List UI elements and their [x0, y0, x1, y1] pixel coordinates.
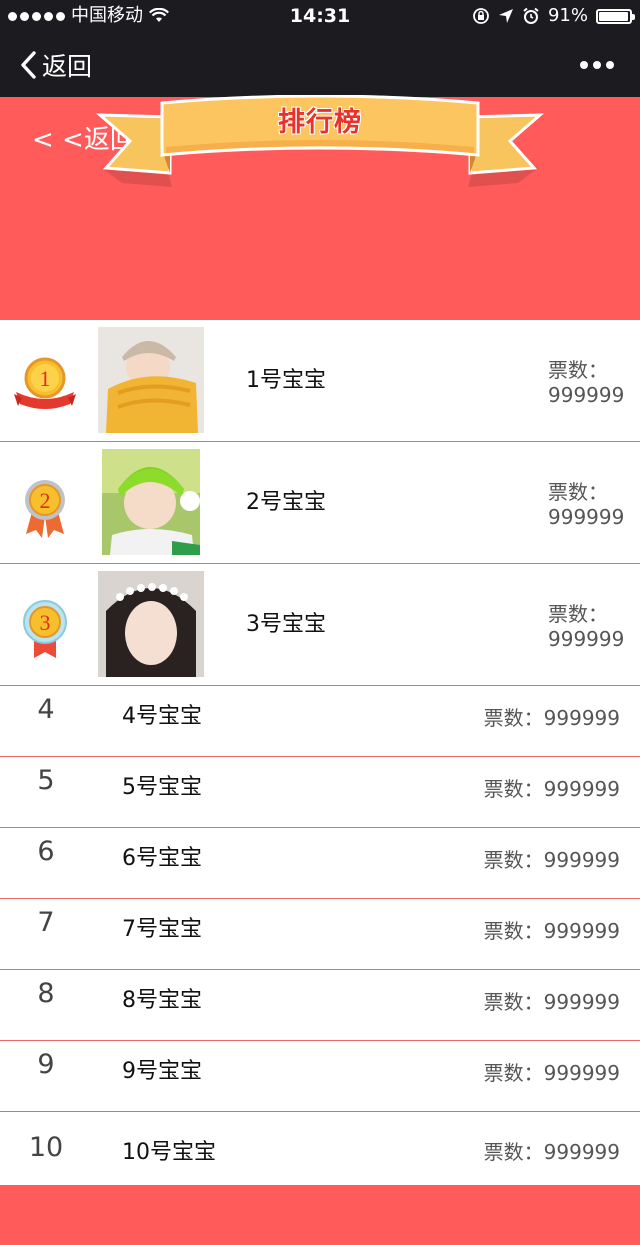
baby-name: 1号宝宝 — [246, 368, 326, 393]
vote-count: 票数：999999 — [483, 777, 620, 801]
rank-number: 5 — [37, 765, 55, 796]
baby-name: 7号宝宝 — [122, 917, 202, 942]
list-item[interactable]: 7 7号宝宝 票数：999999 — [0, 899, 640, 970]
medal-number: 2 — [40, 488, 51, 513]
rotation-lock-icon — [473, 8, 489, 24]
list-item[interactable]: 5 5号宝宝 票数：999999 — [0, 757, 640, 828]
baby-name: 6号宝宝 — [122, 846, 202, 871]
list-item[interactable]: 9 9号宝宝 票数：999999 — [0, 1041, 640, 1112]
rank-number: 7 — [37, 907, 55, 938]
votes-label: 票数： — [548, 602, 608, 626]
vote-count: 票数：999999 — [483, 919, 620, 943]
medal-number: 1 — [40, 366, 51, 391]
votes-label: 票数： — [548, 480, 608, 504]
baby-name: 9号宝宝 — [122, 1059, 202, 1084]
baby-name: 4号宝宝 — [122, 704, 202, 729]
rank-number: 6 — [37, 836, 55, 867]
vote-count: 票数：999999 — [483, 848, 620, 872]
vote-count: 票数： 999999 — [548, 480, 624, 530]
silver-medal-icon: 2 — [25, 480, 65, 538]
baby-name: 8号宝宝 — [122, 988, 202, 1013]
votes-value: 999999 — [548, 505, 625, 529]
votes-value: 999999 — [548, 383, 625, 407]
vote-count: 票数： 999999 — [548, 602, 624, 652]
ranking-list: 1 1号宝宝 票数： 999999 2 2号宝宝 票数： 999999 3 3号… — [0, 320, 640, 1187]
list-item[interactable]: 1 1号宝宝 票数： 999999 — [0, 320, 640, 442]
vote-count: 票数：999999 — [483, 1140, 620, 1164]
votes-value: 999999 — [548, 627, 625, 651]
location-arrow-icon — [498, 9, 513, 23]
footer-bar — [0, 1185, 640, 1245]
baby-name: 2号宝宝 — [246, 490, 326, 515]
medal-number: 3 — [40, 610, 51, 635]
rank-number: 8 — [37, 978, 55, 1009]
battery-icon — [596, 8, 635, 24]
vote-count: 票数：999999 — [483, 1061, 620, 1085]
bronze-medal-icon: 3 — [23, 600, 67, 658]
rank-number: 4 — [37, 694, 55, 725]
list-item[interactable]: 10 10号宝宝 票数：999999 — [0, 1112, 640, 1187]
list-item[interactable]: 4 4号宝宝 票数：999999 — [0, 686, 640, 757]
rank-number: 9 — [37, 1049, 55, 1080]
baby-photo-3 — [98, 571, 204, 677]
rank-number: 10 — [28, 1132, 64, 1163]
baby-name: 3号宝宝 — [246, 612, 326, 637]
baby-name: 5号宝宝 — [122, 775, 202, 800]
list-item[interactable]: 6 6号宝宝 票数：999999 — [0, 828, 640, 899]
gold-medal-icon: 1 — [14, 357, 76, 409]
page-title: 排行榜 — [278, 107, 362, 138]
more-dots-icon[interactable] — [580, 32, 614, 97]
chevron-left-icon — [21, 50, 36, 79]
baby-photo-1 — [98, 327, 204, 433]
vote-count: 票数： 999999 — [548, 358, 624, 408]
status-bar: 中国移动 14:31 91% — [0, 0, 640, 32]
baby-photo-2 — [102, 449, 200, 555]
nav-back-label: 返回 — [42, 51, 93, 81]
battery-percent: 91% — [547, 5, 588, 26]
nav-back-button[interactable]: 返回 — [20, 32, 92, 97]
vote-count: 票数：999999 — [483, 706, 620, 730]
alarm-icon — [523, 7, 539, 24]
list-item[interactable]: 8 8号宝宝 票数：999999 — [0, 970, 640, 1041]
vote-count: 票数：999999 — [483, 990, 620, 1014]
list-item[interactable]: 2 2号宝宝 票数： 999999 — [0, 442, 640, 564]
list-item[interactable]: 3 3号宝宝 票数： 999999 — [0, 564, 640, 686]
nav-bar: 返回 — [0, 32, 640, 97]
votes-label: 票数： — [548, 358, 608, 382]
baby-name: 10号宝宝 — [122, 1140, 216, 1165]
